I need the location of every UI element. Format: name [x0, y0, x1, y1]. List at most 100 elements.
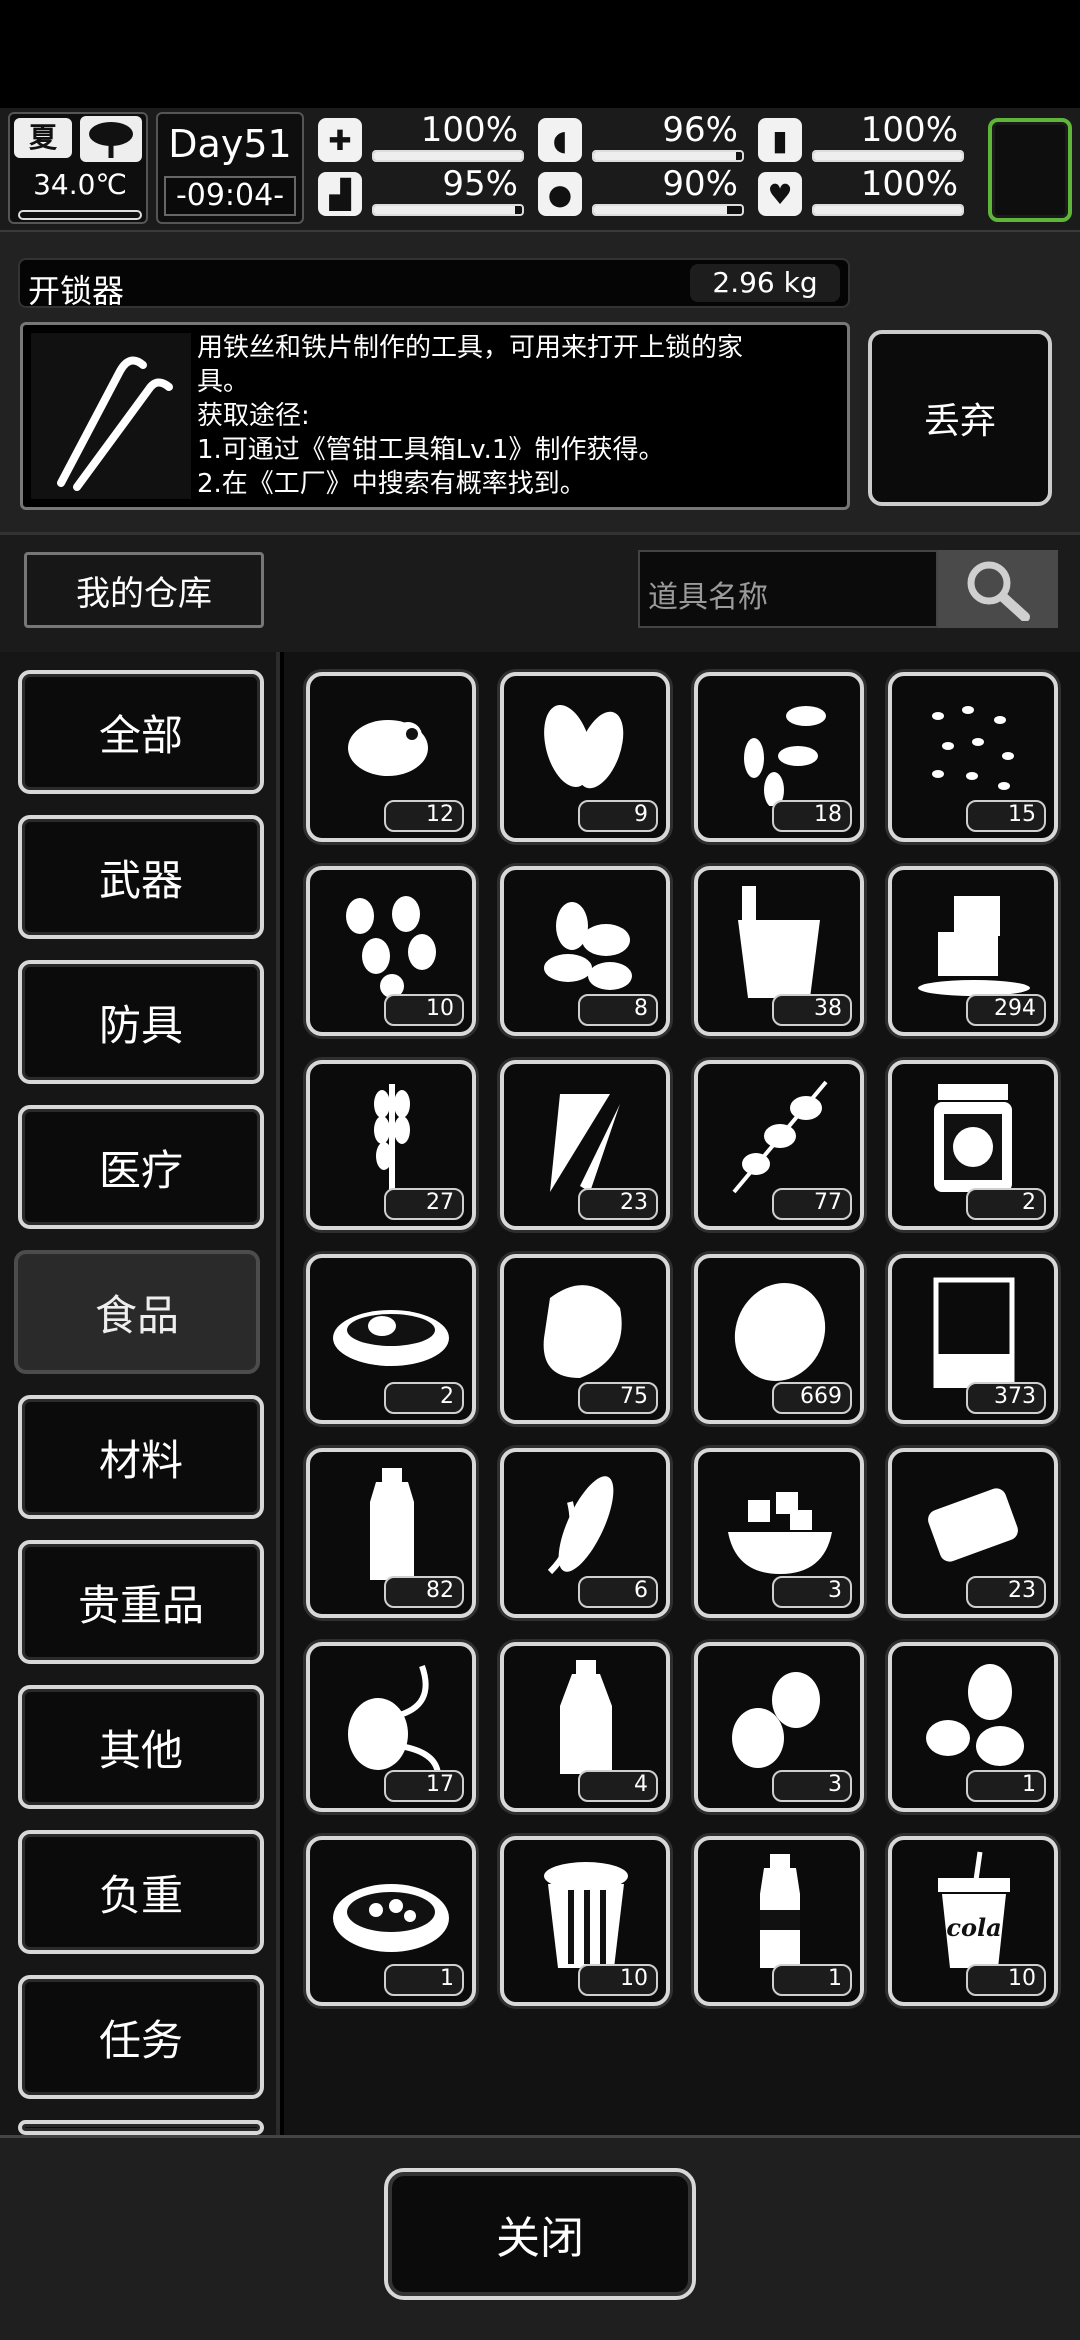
stat-bar-fill	[594, 152, 737, 160]
beaker-icon	[933, 1277, 1015, 1388]
category-tab[interactable]: 贵重品	[18, 1540, 264, 1664]
inventory-slot[interactable]: 23	[500, 1060, 670, 1230]
item-count-badge: 4	[578, 1770, 658, 1802]
inventory-slot[interactable]: 1	[306, 1836, 476, 2006]
stat-percent: 95%	[442, 164, 518, 204]
item-count-badge: 2	[384, 1382, 464, 1414]
medkit-icon: ✚	[318, 118, 362, 162]
inventory-slot[interactable]: 10	[306, 866, 476, 1036]
search-placeholder: 道具名称	[648, 580, 768, 615]
inventory-slot[interactable]: 3	[694, 1448, 864, 1618]
close-button[interactable]: 关闭	[384, 2168, 696, 2300]
corn-icon	[547, 1476, 614, 1575]
status-bar: 夏 34.0℃ Day51 -09:04- ✚ 100% ◖ 96% ▮ 100% ▟ 95%…	[0, 108, 1080, 232]
inventory-slot[interactable]: 2	[306, 1254, 476, 1424]
lockpick-icon	[31, 333, 191, 499]
item-info-box: 用铁丝和铁片制作的工具，可用来打开上锁的家 具。 获取途径: 1.可通过《管钳工…	[20, 322, 850, 510]
category-tab[interactable]: 防具	[18, 960, 264, 1084]
category-tab[interactable]: 医疗	[18, 1105, 264, 1229]
inventory-slot[interactable]: 27	[306, 1060, 476, 1230]
inventory-slot[interactable]: 38	[694, 866, 864, 1036]
category-tab[interactable]: 武器	[18, 815, 264, 939]
item-count-badge: 12	[384, 800, 464, 832]
item-count-badge: 10	[578, 1964, 658, 1996]
seed-pods-icon	[544, 705, 624, 789]
inventory-slot[interactable]: 8	[500, 866, 670, 1036]
potato-icon	[734, 1283, 826, 1381]
category-tab[interactable]: 任务	[18, 1975, 264, 2099]
category-tab-partial[interactable]	[18, 2120, 264, 2135]
sunflower-seeds-icon	[744, 706, 826, 806]
weather-panel[interactable]: 夏 34.0℃	[8, 112, 148, 224]
sauce-bottle-icon	[560, 1660, 612, 1774]
inventory-slot[interactable]: 6	[500, 1448, 670, 1618]
day-time-panel: Day51 -09:04-	[156, 112, 304, 224]
item-count-badge: 23	[578, 1188, 658, 1220]
stat-percent: 96%	[662, 110, 738, 150]
item-count-badge: 294	[966, 994, 1046, 1026]
peanuts-icon	[346, 896, 436, 998]
category-tab[interactable]: 食品	[14, 1250, 260, 1374]
temperature-gauge	[18, 210, 142, 220]
inventory-slot[interactable]: 2	[888, 1060, 1058, 1230]
water-bottle-icon	[370, 1468, 414, 1580]
inventory-slot[interactable]: 15	[888, 672, 1058, 842]
popcorn-icon	[544, 1862, 628, 1968]
item-count-badge: 17	[384, 1770, 464, 1802]
pickle-jar-icon	[934, 1084, 1012, 1192]
stew-bowl-icon	[333, 1884, 449, 1952]
inventory-slot[interactable]: 77	[694, 1060, 864, 1230]
item-count-badge: 1	[384, 1964, 464, 1996]
item-count-badge: 10	[384, 994, 464, 1026]
stomach-icon: ◖	[538, 118, 582, 162]
item-weight: 2.96 kg	[690, 264, 840, 302]
pill-icon: ▮	[758, 118, 802, 162]
bread-icon	[928, 1488, 1018, 1562]
inventory-slot[interactable]: 373	[888, 1254, 1058, 1424]
inventory-slot[interactable]: cola 10	[888, 1836, 1058, 2006]
inventory-slot[interactable]: 669	[694, 1254, 864, 1424]
storage-title-button[interactable]: 我的仓库	[24, 552, 264, 628]
item-count-badge: 8	[578, 994, 658, 1026]
equipment-slot[interactable]	[988, 118, 1072, 222]
category-tab[interactable]: 其他	[18, 1685, 264, 1809]
category-tab[interactable]: 全部	[18, 670, 264, 794]
discard-button[interactable]: 丢弃	[868, 330, 1052, 506]
inventory-slot[interactable]: 10	[500, 1836, 670, 2006]
item-count-badge: 2	[966, 1188, 1046, 1220]
item-count-badge: 669	[772, 1382, 852, 1414]
category-tab[interactable]: 负重	[18, 1830, 264, 1954]
inventory-slot[interactable]: 23	[888, 1448, 1058, 1618]
stat-percent: 100%	[860, 110, 958, 150]
stat-bar	[372, 204, 524, 216]
category-tab[interactable]: 材料	[18, 1395, 264, 1519]
search-button[interactable]	[938, 550, 1058, 628]
inventory-slot[interactable]: 18	[694, 672, 864, 842]
item-name-bar: 开锁器 2.96 kg	[18, 258, 850, 310]
stat-bar	[812, 150, 964, 162]
item-count-badge: 3	[772, 1576, 852, 1608]
inventory-slot[interactable]: 17	[306, 1642, 476, 1812]
inventory-slot[interactable]: 9	[500, 672, 670, 842]
item-count-badge: 18	[772, 800, 852, 832]
soup-bowl-icon	[333, 1310, 449, 1366]
inventory-slot[interactable]: 75	[500, 1254, 670, 1424]
item-count-badge: 6	[578, 1576, 658, 1608]
temperature-label: 34.0℃	[33, 168, 127, 201]
inventory-slot[interactable]: 3	[694, 1642, 864, 1812]
item-count-badge: 1	[772, 1964, 852, 1996]
carrot-icon	[550, 1094, 620, 1192]
inventory-slot[interactable]: 294	[888, 866, 1058, 1036]
search-input[interactable]: 道具名称	[638, 550, 938, 628]
inventory-slot[interactable]: 12	[306, 672, 476, 842]
water-drop-icon: ●	[538, 172, 582, 216]
description-line: 具。	[197, 367, 250, 397]
wheat-icon	[374, 1084, 410, 1192]
inventory-slot[interactable]: 1	[694, 1836, 864, 2006]
item-count-badge: 23	[966, 1576, 1046, 1608]
inventory-slot[interactable]: 1	[888, 1642, 1058, 1812]
inventory-slot[interactable]: 82	[306, 1448, 476, 1618]
cloud-rain-icon	[80, 116, 142, 162]
inventory-slot[interactable]: 4	[500, 1642, 670, 1812]
item-count-badge: 10	[966, 1964, 1046, 1996]
